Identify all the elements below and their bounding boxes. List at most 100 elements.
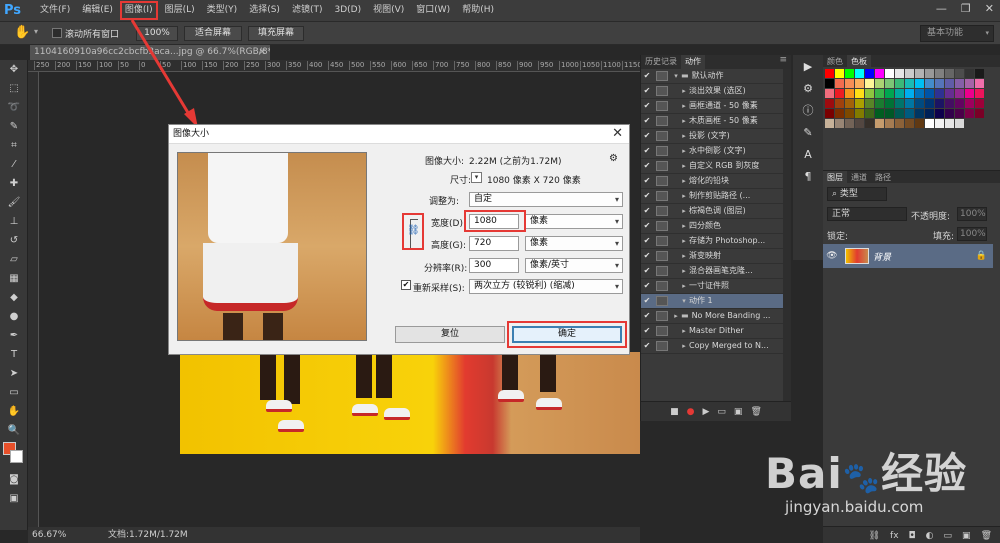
- brush-panel-icon[interactable]: ✎: [793, 121, 823, 143]
- dialog-toggle-icon[interactable]: [656, 220, 668, 231]
- eyedropper-tool-icon[interactable]: ⁄: [0, 155, 28, 174]
- type-tool-icon[interactable]: T: [0, 345, 28, 364]
- swatch[interactable]: [905, 99, 914, 108]
- dialog-toggle-icon[interactable]: [656, 190, 668, 201]
- expand-icon[interactable]: ▸: [679, 207, 689, 215]
- swatch[interactable]: [935, 79, 944, 88]
- menu-edit[interactable]: 编辑(E): [76, 0, 119, 21]
- swatch[interactable]: [875, 89, 884, 98]
- check-icon[interactable]: ✔: [641, 236, 653, 245]
- swatch[interactable]: [835, 119, 844, 128]
- resolution-input[interactable]: 300: [469, 258, 519, 273]
- quick-select-tool-icon[interactable]: ✎: [0, 117, 28, 136]
- dialog-toggle-icon[interactable]: [656, 100, 668, 111]
- dialog-toggle-icon[interactable]: [656, 250, 668, 261]
- swatch[interactable]: [835, 109, 844, 118]
- expand-icon[interactable]: ▸: [679, 237, 689, 245]
- swatch[interactable]: [895, 89, 904, 98]
- swatch[interactable]: [915, 79, 924, 88]
- new-set-icon[interactable]: ▭: [717, 407, 726, 417]
- swatch[interactable]: [835, 89, 844, 98]
- swatch[interactable]: [965, 109, 974, 118]
- close-icon[interactable]: ✕: [612, 126, 623, 141]
- swatch[interactable]: [915, 109, 924, 118]
- check-icon[interactable]: ✔: [641, 311, 653, 320]
- blur-tool-icon[interactable]: ◆: [0, 288, 28, 307]
- action-row[interactable]: ✔ ▸ 制作剪贴路径 (...: [641, 189, 783, 204]
- swatch[interactable]: [975, 109, 984, 118]
- expand-icon[interactable]: ▾: [671, 72, 681, 80]
- menu-window[interactable]: 窗口(W): [410, 0, 456, 21]
- fill-value[interactable]: 100%: [957, 227, 987, 241]
- swatch[interactable]: [895, 119, 904, 128]
- expand-icon[interactable]: ▸: [679, 102, 689, 110]
- dialog-toggle-icon[interactable]: [656, 265, 668, 276]
- swatch[interactable]: [935, 119, 944, 128]
- background-color[interactable]: [10, 450, 23, 463]
- check-icon[interactable]: ✔: [641, 101, 653, 110]
- swatch[interactable]: [925, 99, 934, 108]
- swatch[interactable]: [975, 99, 984, 108]
- dialog-toggle-icon[interactable]: [656, 175, 668, 186]
- marquee-tool-icon[interactable]: ⬚: [0, 79, 28, 98]
- swatch[interactable]: [875, 79, 884, 88]
- expand-icon[interactable]: ▸: [671, 312, 681, 320]
- color-swatches[interactable]: [0, 440, 28, 470]
- swatch[interactable]: [915, 119, 924, 128]
- swatch[interactable]: [855, 99, 864, 108]
- action-row[interactable]: ✔ ▸ 画框通道 - 50 像素: [641, 99, 783, 114]
- width-unit-select[interactable]: 像素 ▾: [525, 214, 623, 229]
- swatch[interactable]: [825, 69, 834, 78]
- action-row[interactable]: ✔ ▸ 棕褐色调 (图层): [641, 204, 783, 219]
- height-unit-select[interactable]: 像素 ▾: [525, 236, 623, 251]
- check-icon[interactable]: ✔: [641, 326, 653, 335]
- dialog-toggle-icon[interactable]: [656, 295, 668, 306]
- expand-icon[interactable]: ▸: [679, 222, 689, 230]
- healing-tool-icon[interactable]: ✚: [0, 174, 28, 193]
- swatch[interactable]: [925, 119, 934, 128]
- swatch[interactable]: [945, 119, 954, 128]
- action-row[interactable]: ✔ ▸ 淡出效果 (选区): [641, 84, 783, 99]
- swatch[interactable]: [955, 89, 964, 98]
- swatch[interactable]: [955, 79, 964, 88]
- check-icon[interactable]: ✔: [641, 176, 653, 185]
- quick-mask-icon[interactable]: ◙: [0, 470, 28, 489]
- dialog-toggle-icon[interactable]: [656, 160, 668, 171]
- dialog-toggle-icon[interactable]: [656, 280, 668, 291]
- swatch[interactable]: [865, 79, 874, 88]
- menu-3d[interactable]: 3D(D): [328, 0, 367, 21]
- dialog-toggle-icon[interactable]: [656, 325, 668, 336]
- swatch[interactable]: [875, 69, 884, 78]
- dialog-toggle-icon[interactable]: [656, 70, 668, 81]
- swatch[interactable]: [845, 69, 854, 78]
- swatch[interactable]: [905, 69, 914, 78]
- swatch[interactable]: [835, 99, 844, 108]
- stop-icon[interactable]: ■: [670, 407, 679, 417]
- opacity-value[interactable]: 100%: [957, 207, 987, 221]
- swatch[interactable]: [825, 79, 834, 88]
- image-preview[interactable]: [177, 152, 367, 341]
- expand-icon[interactable]: ▸: [679, 327, 689, 335]
- blend-mode-select[interactable]: 正常: [827, 207, 907, 221]
- expand-icon[interactable]: ▸: [679, 162, 689, 170]
- swatch[interactable]: [845, 119, 854, 128]
- swatch[interactable]: [885, 99, 894, 108]
- tool-preset-chevron-icon[interactable]: ▾: [34, 27, 38, 36]
- resolution-unit-select[interactable]: 像素/英寸 ▾: [525, 258, 623, 273]
- maximize-icon[interactable]: ❐: [961, 2, 971, 15]
- swatch[interactable]: [975, 89, 984, 98]
- tool-presets-icon[interactable]: ⚙: [793, 77, 823, 99]
- action-row[interactable]: ✔ ▸ 投影 (文字): [641, 129, 783, 144]
- expand-icon[interactable]: ▸: [679, 282, 689, 290]
- swatch[interactable]: [885, 119, 894, 128]
- swatch[interactable]: [875, 119, 884, 128]
- play-panel-icon[interactable]: ▶: [793, 55, 823, 77]
- resample-checkbox[interactable]: ✔: [401, 280, 411, 290]
- menu-select[interactable]: 选择(S): [243, 0, 286, 21]
- swatch[interactable]: [845, 109, 854, 118]
- tab-channels[interactable]: 通道: [847, 171, 871, 185]
- swatch[interactable]: [945, 69, 954, 78]
- swatch[interactable]: [925, 89, 934, 98]
- swatch[interactable]: [855, 69, 864, 78]
- swatch[interactable]: [905, 109, 914, 118]
